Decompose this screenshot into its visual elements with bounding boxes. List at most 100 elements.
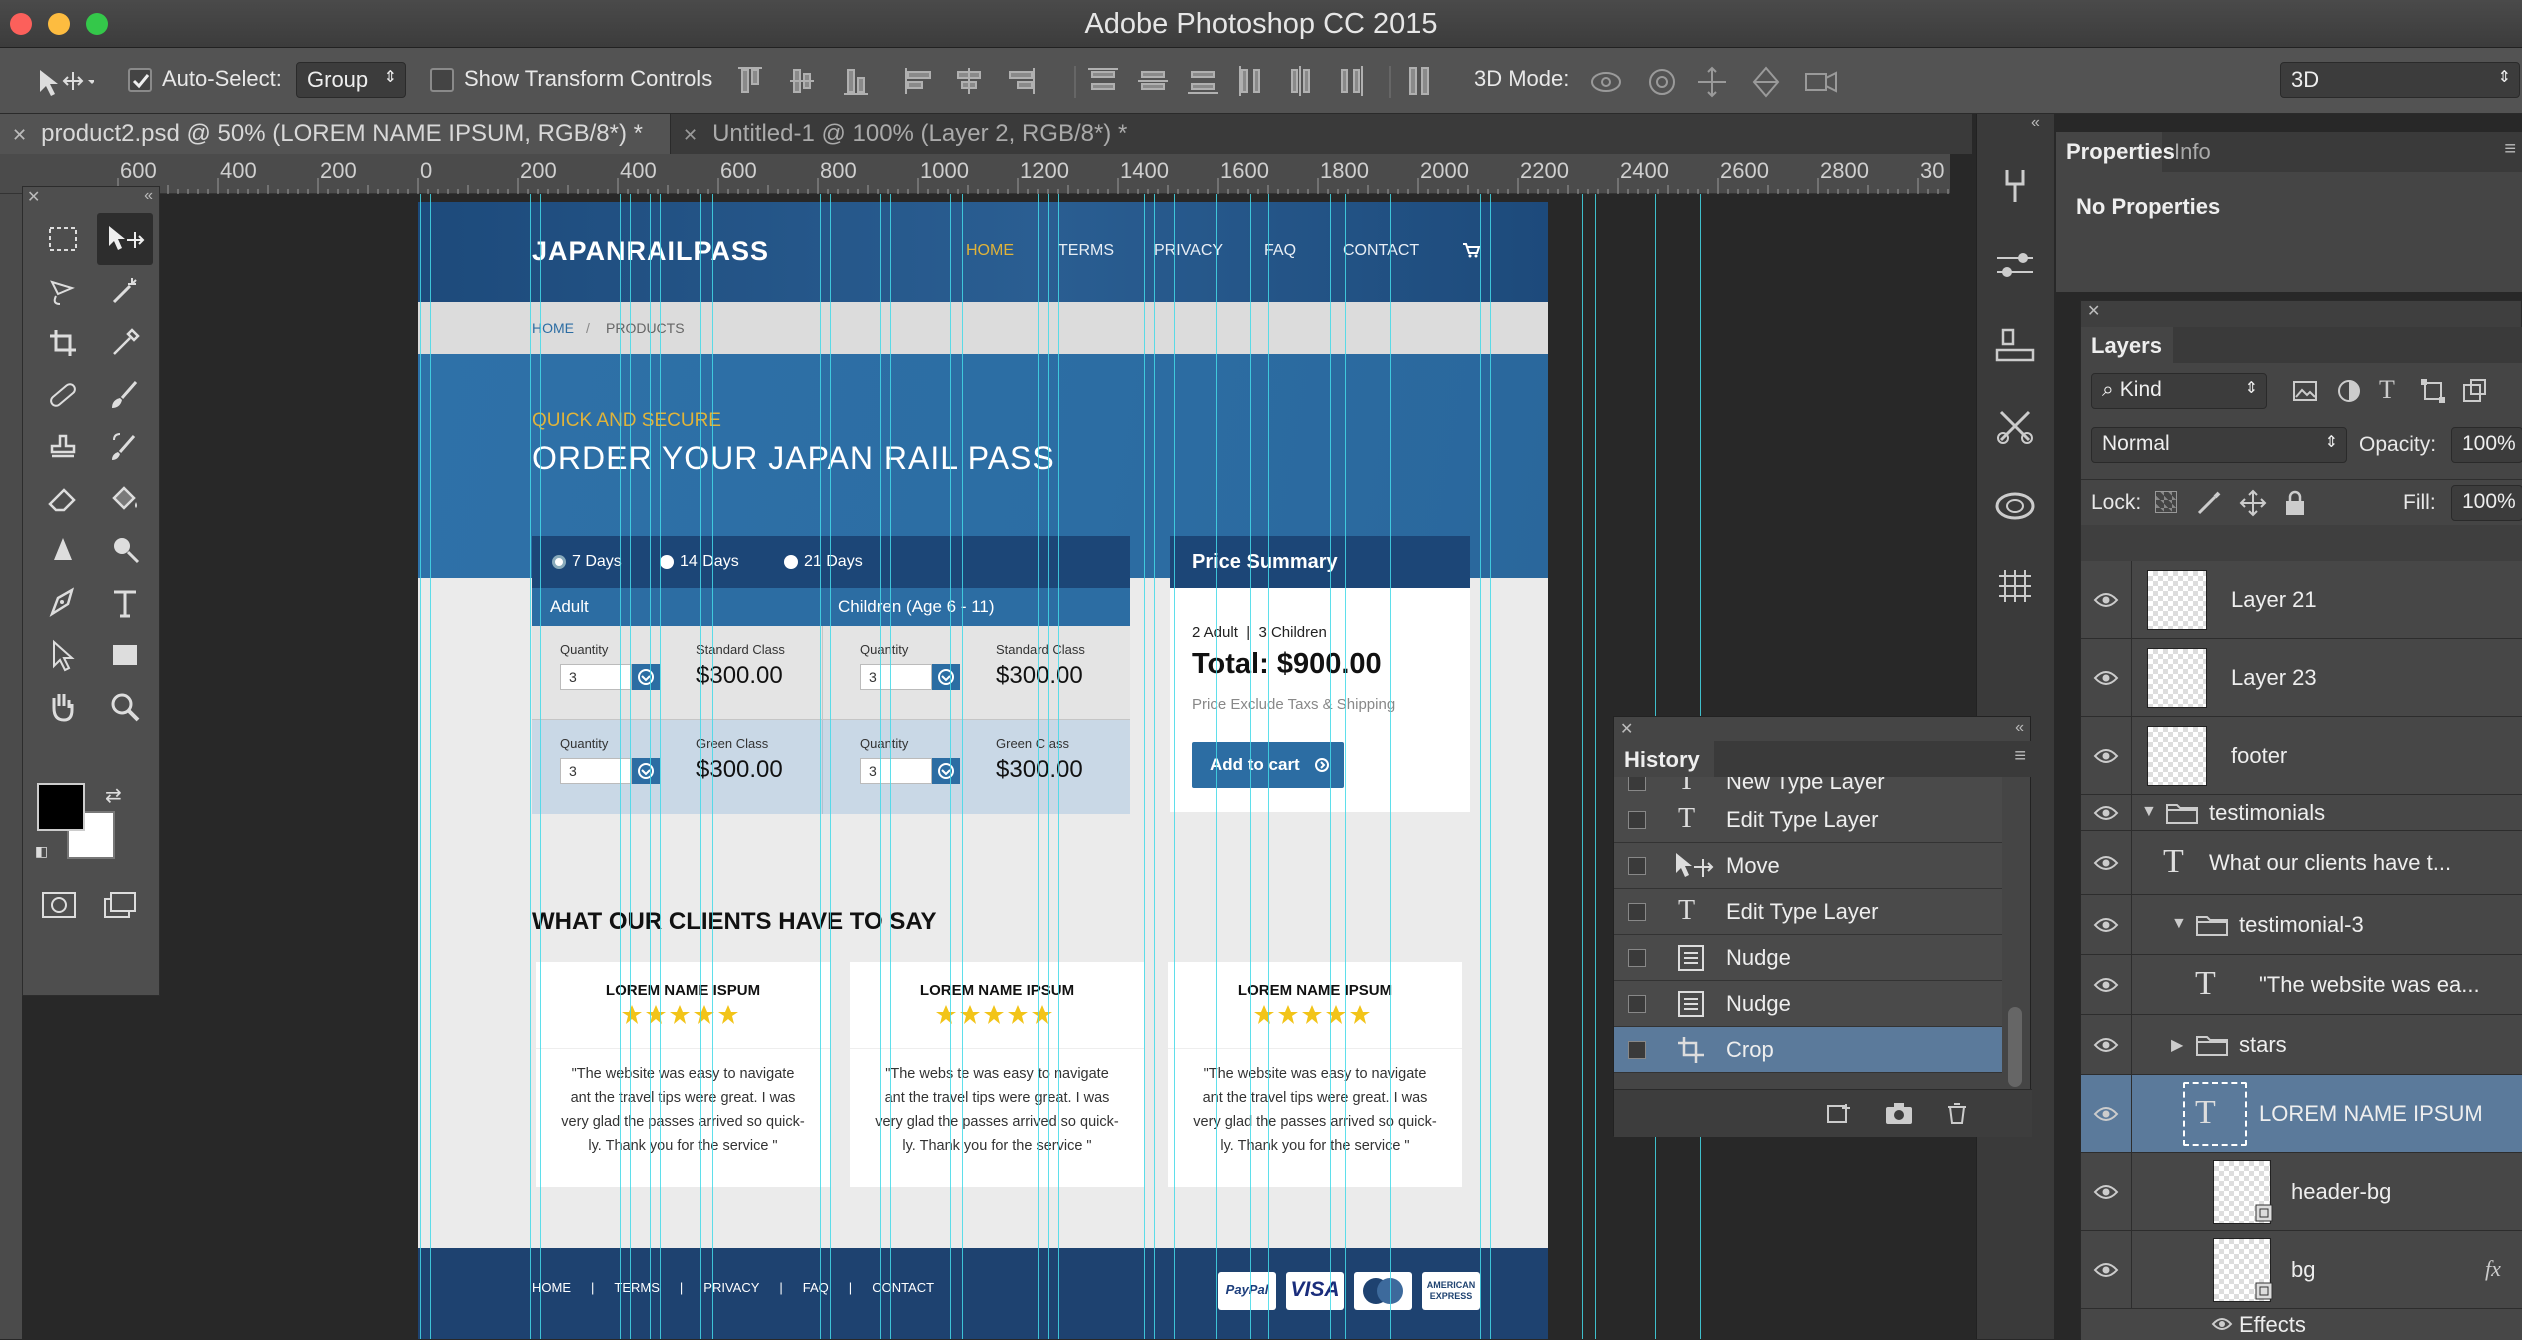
tool-presets-icon[interactable] — [1993, 324, 2037, 368]
collapse-panel-icon[interactable]: « — [144, 187, 153, 205]
crop-tool-icon[interactable] — [35, 317, 91, 369]
layer-effects-row[interactable]: Effects — [2081, 1309, 2522, 1340]
guide-line[interactable] — [1490, 194, 1491, 1339]
quantity-stepper[interactable] — [632, 758, 660, 784]
panel-menu-icon[interactable]: ≡ — [2504, 138, 2516, 161]
layer-row[interactable]: Layer 23 — [2081, 639, 2522, 717]
show-transform-checkbox[interactable] — [430, 68, 454, 92]
snapshot-checkbox[interactable] — [1628, 1041, 1646, 1059]
visibility-eye-icon[interactable] — [2093, 976, 2119, 994]
grid-icon[interactable] — [1993, 564, 2037, 608]
snapshot-checkbox[interactable] — [1628, 811, 1646, 829]
tab-layers[interactable]: Layers — [2081, 327, 2173, 363]
history-item[interactable]: Nudge — [1614, 981, 2002, 1027]
guide-line[interactable] — [630, 194, 631, 1339]
visibility-eye-icon[interactable] — [2093, 669, 2119, 687]
blend-mode-dropdown[interactable]: Normal ⇕ — [2091, 427, 2347, 463]
collapse-panel-icon[interactable]: « — [2015, 719, 2024, 737]
snapshot-checkbox[interactable] — [1628, 857, 1646, 875]
camera-icon[interactable] — [1884, 1100, 1914, 1126]
radio-7-days[interactable] — [552, 555, 566, 569]
nav-terms[interactable]: TERMS — [1058, 242, 1114, 260]
layer-row[interactable]: T "The website was ea... — [2081, 955, 2522, 1015]
auto-select-dropdown[interactable]: Group ⇕ — [296, 62, 406, 98]
guide-line[interactable] — [830, 194, 831, 1339]
layer-row[interactable]: T What our clients have t... — [2081, 831, 2522, 895]
healing-brush-tool-icon[interactable] — [35, 369, 91, 421]
layer-row[interactable]: bg fx — [2081, 1231, 2522, 1309]
guide-line[interactable] — [1595, 194, 1596, 1339]
chevron-right-icon[interactable]: ▶ — [2171, 1035, 2183, 1055]
tab-properties[interactable]: Properties — [2056, 132, 2175, 172]
guide-line[interactable] — [1268, 194, 1269, 1339]
nav-contact[interactable]: CONTACT — [1343, 242, 1419, 260]
layer-row[interactable]: ▼ testimonials — [2081, 795, 2522, 831]
workspace-dropdown[interactable]: 3D ⇕ — [2280, 62, 2520, 98]
eraser-tool-icon[interactable] — [35, 473, 91, 525]
filter-pixel-icon[interactable] — [2291, 377, 2319, 405]
guide-line[interactable] — [1345, 194, 1346, 1339]
hand-tool-icon[interactable] — [35, 681, 91, 733]
breadcrumb-home[interactable]: HOME — [532, 320, 574, 336]
guide-line[interactable] — [1038, 194, 1039, 1339]
lasso-tool-icon[interactable] — [35, 265, 91, 317]
close-panel-icon[interactable]: ✕ — [1620, 719, 1633, 739]
visibility-eye-icon[interactable] — [2093, 1105, 2119, 1123]
guide-line[interactable] — [1250, 194, 1251, 1339]
visibility-eye-icon[interactable] — [2211, 1316, 2233, 1332]
quantity-stepper[interactable] — [632, 664, 660, 690]
close-tab-icon[interactable]: ✕ — [12, 125, 27, 145]
tab-product2[interactable]: ✕ product2.psd @ 50% (LOREM NAME IPSUM, R… — [0, 114, 670, 154]
radio-14-days[interactable] — [660, 555, 674, 569]
guide-line[interactable] — [962, 194, 963, 1339]
guide-line[interactable] — [700, 194, 701, 1339]
chevron-down-icon[interactable]: ▼ — [2141, 803, 2157, 821]
guide-line[interactable] — [1048, 194, 1049, 1339]
quantity-input[interactable]: 3 — [860, 664, 932, 690]
snapshot-checkbox[interactable] — [1628, 995, 1646, 1013]
fill-input[interactable]: 100% — [2451, 485, 2522, 521]
filter-smart-object-icon[interactable] — [2461, 377, 2489, 405]
paint-bucket-tool-icon[interactable] — [97, 473, 153, 525]
history-item[interactable]: Crop — [1614, 1027, 2002, 1073]
layer-row[interactable]: footer — [2081, 717, 2522, 795]
visibility-eye-icon[interactable] — [2093, 804, 2119, 822]
new-document-from-state-icon[interactable] — [1824, 1100, 1854, 1126]
snapshot-checkbox[interactable] — [1628, 903, 1646, 921]
brush-presets-icon[interactable] — [1993, 164, 2037, 208]
guide-line[interactable] — [1582, 194, 1583, 1339]
foreground-color-swatch-top[interactable] — [37, 783, 85, 831]
move-tool-preset-icon[interactable] — [34, 64, 94, 98]
guide-line[interactable] — [430, 194, 431, 1339]
guide-line[interactable] — [950, 194, 951, 1339]
history-item[interactable]: T Edit Type Layer — [1614, 889, 2002, 935]
visibility-eye-icon[interactable] — [2093, 854, 2119, 872]
guide-line[interactable] — [420, 194, 421, 1339]
guide-line[interactable] — [530, 194, 531, 1339]
duration-7-days[interactable]: 7 Days — [572, 553, 622, 571]
footer-link-contact[interactable]: CONTACT — [872, 1280, 934, 1295]
magic-wand-tool-icon[interactable] — [97, 265, 153, 317]
zoom-tool-icon[interactable] — [97, 681, 153, 733]
lock-pixels-icon[interactable] — [2195, 489, 2223, 517]
visibility-eye-icon[interactable] — [2093, 1261, 2119, 1279]
swap-colors-icon[interactable]: ⇄ — [105, 783, 122, 808]
auto-select-checkbox[interactable] — [128, 68, 152, 92]
lock-transparent-icon[interactable] — [2155, 491, 2177, 513]
footer-link-faq[interactable]: FAQ — [803, 1280, 829, 1295]
layer-row[interactable]: header-bg — [2081, 1153, 2522, 1231]
panel-menu-icon[interactable]: ≡ — [2014, 745, 2026, 768]
blur-tool-icon[interactable] — [35, 525, 91, 577]
quantity-input[interactable]: 3 — [560, 758, 632, 784]
layer-row[interactable]: ▼ testimonial-3 — [2081, 895, 2522, 955]
move-tool-icon[interactable] — [97, 213, 153, 265]
guide-line[interactable] — [1174, 194, 1175, 1339]
eyedropper-tool-icon[interactable] — [97, 317, 153, 369]
nav-privacy[interactable]: PRIVACY — [1154, 242, 1223, 260]
history-scrollbar[interactable] — [2008, 1007, 2022, 1087]
radio-21-days[interactable] — [784, 555, 798, 569]
libraries-icon[interactable] — [1993, 484, 2037, 528]
lock-all-icon[interactable] — [2283, 489, 2307, 517]
history-brush-tool-icon[interactable] — [97, 421, 153, 473]
default-colors-icon[interactable]: ◧ — [35, 843, 48, 860]
